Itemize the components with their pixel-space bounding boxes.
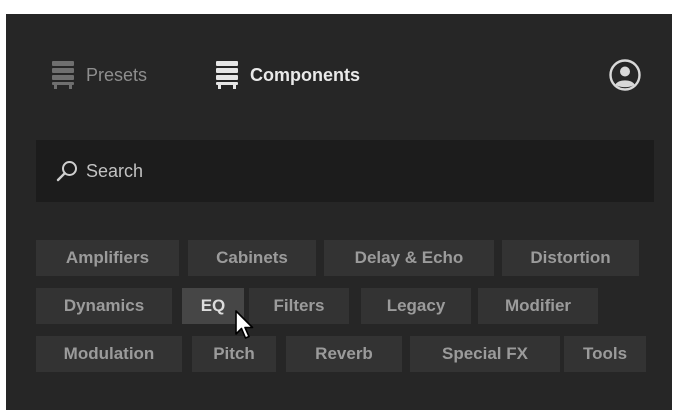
category-chip-amplifiers[interactable]: Amplifiers bbox=[36, 240, 179, 276]
category-chip-delay-echo[interactable]: Delay & Echo bbox=[324, 240, 494, 276]
user-account-icon[interactable] bbox=[609, 59, 641, 91]
tab-presets[interactable]: Presets bbox=[52, 58, 147, 92]
presets-rack-icon bbox=[52, 61, 74, 89]
category-chip-tools[interactable]: Tools bbox=[564, 336, 646, 372]
category-chip-dynamics[interactable]: Dynamics bbox=[36, 288, 172, 324]
tab-components-label: Components bbox=[250, 65, 360, 85]
tab-presets-label: Presets bbox=[86, 65, 148, 85]
category-chip-legacy[interactable]: Legacy bbox=[361, 288, 471, 324]
category-chip-pitch[interactable]: Pitch bbox=[192, 336, 276, 372]
category-chip-modifier[interactable]: Modifier bbox=[478, 288, 598, 324]
header-bar: Presets Components bbox=[6, 14, 672, 124]
category-chip-reverb[interactable]: Reverb bbox=[286, 336, 402, 372]
category-chip-filters[interactable]: Filters bbox=[249, 288, 349, 324]
category-chip-cabinets[interactable]: Cabinets bbox=[188, 240, 316, 276]
search-icon bbox=[56, 161, 77, 182]
category-chip-modulation[interactable]: Modulation bbox=[36, 336, 182, 372]
components-panel: Presets Components Amplifiers C bbox=[6, 14, 672, 410]
tab-components[interactable]: Components bbox=[216, 58, 360, 92]
components-rack-icon bbox=[216, 61, 238, 89]
search-bar[interactable] bbox=[36, 140, 654, 202]
category-chip-distortion[interactable]: Distortion bbox=[502, 240, 639, 276]
category-chip-eq[interactable]: EQ bbox=[182, 288, 244, 324]
search-input[interactable] bbox=[86, 156, 586, 186]
category-chip-special-fx[interactable]: Special FX bbox=[410, 336, 560, 372]
